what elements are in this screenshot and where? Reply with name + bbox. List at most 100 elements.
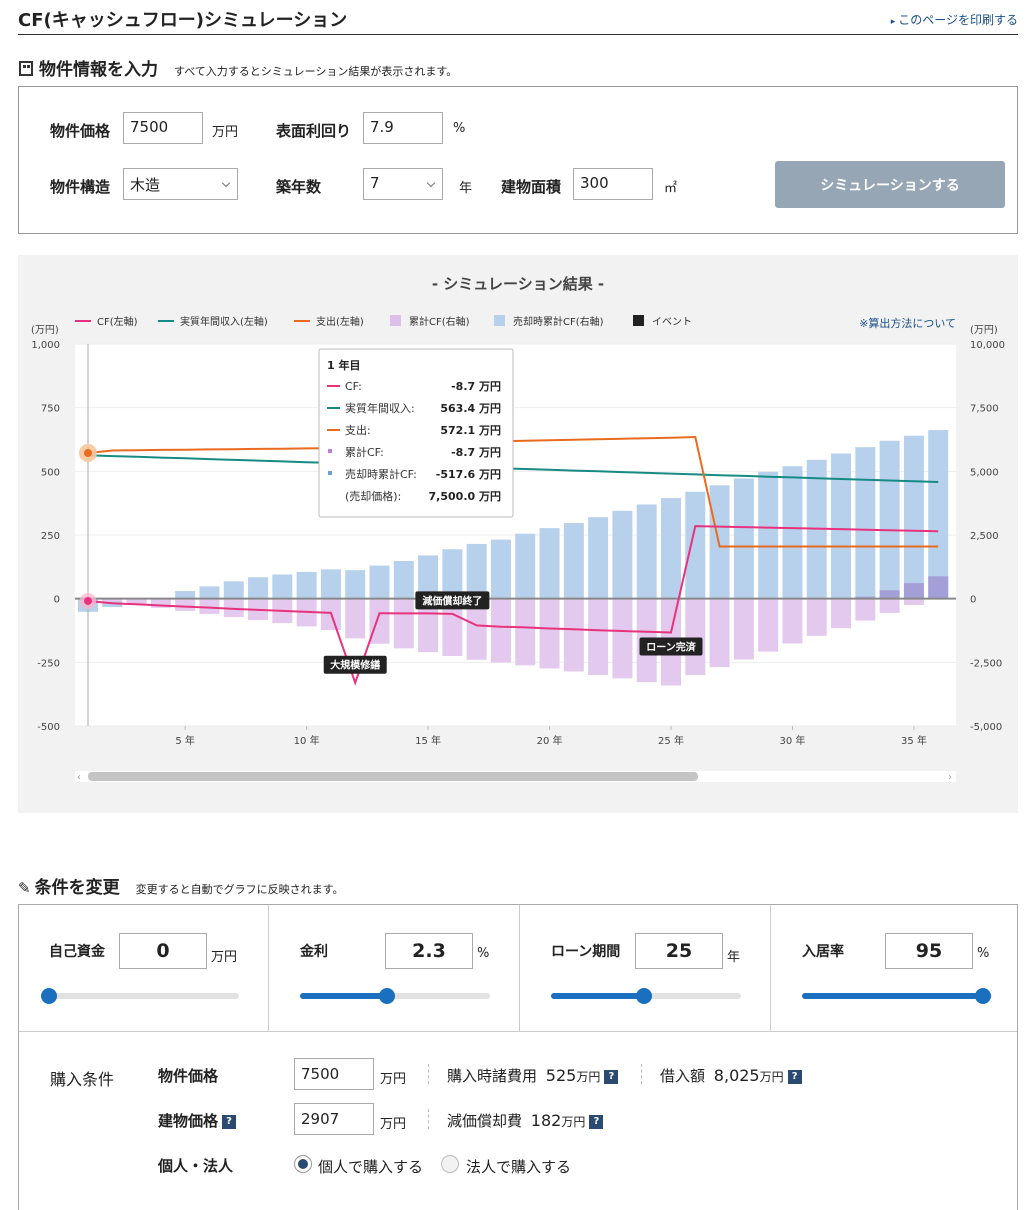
condition-value-input[interactable]: 0 xyxy=(119,933,207,969)
cum-cf-bar xyxy=(879,598,900,613)
cum-cf-bar xyxy=(733,598,754,660)
sale-cum-cf-bar xyxy=(490,539,511,599)
loan-help-icon[interactable]: ? xyxy=(787,1070,802,1084)
right-axis-unit: (万円) xyxy=(970,325,998,336)
sale-cum-cf-bar xyxy=(515,533,536,599)
price-input[interactable]: 7500 xyxy=(123,112,203,144)
fees-value: 525 xyxy=(545,1066,577,1085)
cum-cf-bar xyxy=(175,598,196,611)
cum-cf-bar xyxy=(831,598,852,629)
yield-unit: % xyxy=(453,121,466,136)
y-right-tick: 2,500 xyxy=(970,531,999,542)
corporate-radio[interactable] xyxy=(441,1155,459,1173)
price-label: 物件価格 xyxy=(50,122,111,140)
age-select[interactable]: 7 xyxy=(363,168,443,200)
condition-slider[interactable] xyxy=(551,988,741,1004)
fees-help-icon[interactable]: ? xyxy=(604,1070,619,1084)
cum-cf-bar xyxy=(879,590,900,599)
sale-cum-cf-bar xyxy=(588,517,609,599)
cum-cf-bar xyxy=(393,598,414,649)
sale-cum-cf-bar xyxy=(199,586,220,599)
area-input[interactable]: 300 xyxy=(573,168,653,200)
cum-cf-bar xyxy=(199,598,220,614)
sale-cum-cf-bar xyxy=(758,471,779,599)
event-marker: ローン完済 xyxy=(639,637,703,656)
condition-value-input[interactable]: 25 xyxy=(635,933,723,969)
event-marker: 大規模修繕 xyxy=(323,655,387,674)
condition-unit: 年 xyxy=(727,950,741,965)
legend-swatch xyxy=(494,315,505,326)
print-link[interactable]: このページを印刷する xyxy=(891,11,1018,28)
title-divider xyxy=(18,34,1018,35)
condition-unit: 万円 xyxy=(211,950,238,965)
condition-cell: 自己資金 0 万円 xyxy=(19,905,269,1031)
age-unit: 年 xyxy=(459,181,473,196)
individual-label[interactable]: 個人で購入する xyxy=(318,1156,423,1177)
depreciation-help-icon[interactable]: ? xyxy=(589,1115,604,1129)
tooltip-row-value: -517.6 万円 xyxy=(436,468,501,481)
cum-cf-bar xyxy=(685,598,706,676)
scroll-left-arrow[interactable]: ‹ xyxy=(77,772,81,783)
y-left-tick: -500 xyxy=(37,722,60,733)
slider-knob[interactable] xyxy=(974,988,991,1004)
sale-cum-cf-bar xyxy=(442,549,463,599)
condition-unit: % xyxy=(977,946,990,961)
sale-cum-cf-bar xyxy=(903,435,924,599)
conditions-note: 変更すると自動でグラフに反映されます。 xyxy=(135,883,344,896)
scroll-right-arrow[interactable]: › xyxy=(948,772,952,783)
simulate-button[interactable]: シミュレーションする xyxy=(775,161,1005,208)
condition-slider[interactable] xyxy=(300,988,490,1004)
sale-cum-cf-bar xyxy=(175,591,196,599)
conditions-heading-text: 条件を変更 xyxy=(34,878,120,898)
cum-cf-bar xyxy=(588,598,609,676)
slider-knob[interactable] xyxy=(41,988,57,1004)
y-left-tick: 0 xyxy=(54,595,60,606)
tooltip-row-name: 実質年間収入: xyxy=(345,401,415,415)
y-left-tick: 500 xyxy=(41,467,60,478)
legend-item: 実質年間収入(左軸) xyxy=(158,315,268,328)
method-link: ※算出方法について xyxy=(859,316,956,330)
slider-knob[interactable] xyxy=(636,988,653,1004)
chart-tooltip: 1 年目CF: -8.7 万円実質年間収入: 563.4 万円支出: 572.1 万円… xyxy=(318,348,514,518)
sale-cum-cf-bar xyxy=(879,440,900,599)
structure-select[interactable]: 木造 xyxy=(123,168,238,200)
sale-cum-cf-bar xyxy=(612,510,633,599)
condition-slider[interactable] xyxy=(41,988,239,1004)
y-left-tick: 250 xyxy=(41,531,60,542)
price-unit: 万円 xyxy=(212,125,239,140)
chart-scrollbar-thumb[interactable] xyxy=(88,772,698,781)
sale-cum-cf-bar xyxy=(393,560,414,599)
event-label: 大規模修繕 xyxy=(330,659,380,672)
purchase-price-input[interactable]: 7500 xyxy=(294,1058,374,1090)
sale-cum-cf-bar xyxy=(248,577,269,599)
legend-label: イベント xyxy=(652,316,692,328)
purchase-price-label: 物件価格 xyxy=(158,1067,219,1085)
conditions-heading: ✎ 条件を変更 変更すると自動でグラフに反映されます。 xyxy=(18,873,343,898)
condition-value-input[interactable]: 2.3 xyxy=(385,933,473,969)
corporate-label[interactable]: 法人で購入する xyxy=(466,1156,571,1177)
cum-cf-bar xyxy=(369,598,390,644)
yield-input[interactable]: 7.9 xyxy=(363,112,443,144)
condition-value-input[interactable]: 95 xyxy=(885,933,973,969)
condition-slider[interactable] xyxy=(802,988,992,1004)
tooltip-row-value: 572.1 万円 xyxy=(440,424,501,437)
building-icon xyxy=(19,61,33,76)
building-price-input[interactable]: 2907 xyxy=(294,1103,374,1135)
hover-point xyxy=(84,596,92,605)
separator xyxy=(641,1064,642,1084)
sale-cum-cf-bar xyxy=(296,571,317,599)
y-left-tick: -250 xyxy=(37,658,60,669)
condition-label: 金利 xyxy=(300,944,328,960)
x-tick: 35 年 xyxy=(901,734,927,747)
purchase-section-label: 購入条件 xyxy=(50,1070,115,1089)
depreciation-info: 減価償却費 182万円? xyxy=(447,1110,604,1131)
legend-item: 売却時累計CF(右軸) xyxy=(494,315,604,328)
event-label: 減価償却終了 xyxy=(422,594,482,607)
y-right-tick: 5,000 xyxy=(970,467,999,478)
building-price-help-icon[interactable]: ? xyxy=(222,1115,237,1129)
cum-cf-bar xyxy=(490,598,511,663)
slider-fill xyxy=(551,993,645,999)
individual-radio[interactable] xyxy=(294,1155,312,1173)
sale-cum-cf-bar xyxy=(223,581,244,599)
slider-knob[interactable] xyxy=(379,988,396,1004)
